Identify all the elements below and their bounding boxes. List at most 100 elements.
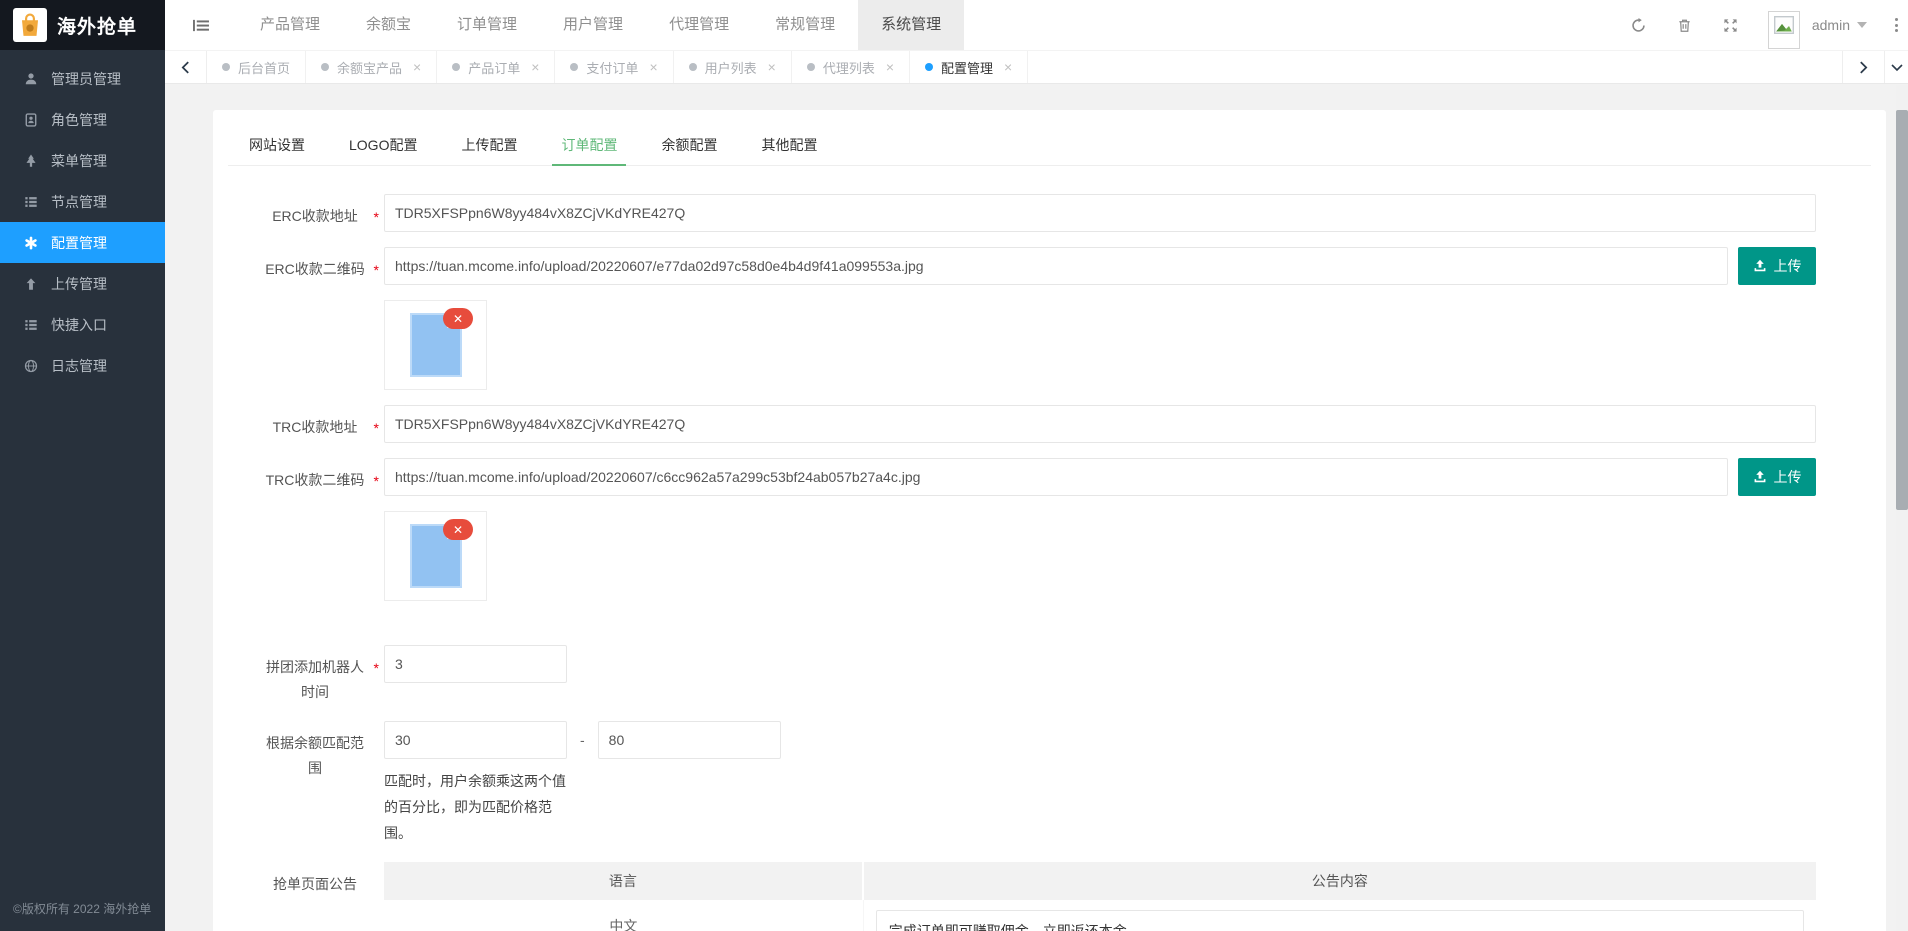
tab-user-list[interactable]: 用户列表 × xyxy=(674,51,792,83)
close-icon[interactable]: × xyxy=(1004,59,1012,75)
close-icon[interactable]: × xyxy=(531,59,539,75)
trc-qr-url-input[interactable] xyxy=(384,458,1728,496)
tab-label: 余额宝产品 xyxy=(337,58,402,77)
sidebar-item-label: 角色管理 xyxy=(51,110,107,130)
tab-dot-icon xyxy=(570,63,578,71)
sidebar-item-label: 节点管理 xyxy=(51,192,107,212)
user-menu[interactable]: admin xyxy=(1812,17,1867,33)
tab-other-config[interactable]: 其他配置 xyxy=(752,124,826,165)
tab-config-manage[interactable]: 配置管理 × xyxy=(910,51,1028,83)
sidebar-item-menu-manage[interactable]: 菜单管理 xyxy=(0,140,165,181)
sidebar-item-config-manage[interactable]: 配置管理 xyxy=(0,222,165,263)
globe-icon xyxy=(24,359,38,373)
trc-address-label: TRC收款地址 * xyxy=(260,405,370,443)
nav-item-general-manage[interactable]: 常规管理 xyxy=(752,0,858,50)
tab-site-settings[interactable]: 网站设置 xyxy=(240,124,314,165)
upload-icon xyxy=(1753,259,1767,273)
column-header-language: 语言 xyxy=(384,862,864,900)
required-asterisk: * xyxy=(374,416,379,441)
tab-label: 用户列表 xyxy=(705,58,757,77)
scrollbar-thumb[interactable] xyxy=(1896,110,1908,510)
trc-address-input[interactable] xyxy=(384,405,1816,443)
navbar-right-group: admin xyxy=(1616,1,1908,49)
avatar[interactable] xyxy=(1768,11,1800,49)
sidebar-item-label: 管理员管理 xyxy=(51,69,121,89)
tab-order-config[interactable]: 订单配置 xyxy=(552,124,626,165)
close-icon[interactable]: × xyxy=(886,59,894,75)
erc-qr-url-input[interactable] xyxy=(384,247,1728,285)
copyright-text: ©版权所有 2022 海外抢单 xyxy=(13,900,151,917)
more-options-icon[interactable] xyxy=(1895,18,1898,32)
trc-qr-thumbnail-row: ✕ xyxy=(384,511,1871,601)
nav-item-agent-manage[interactable]: 代理管理 xyxy=(646,0,752,50)
page-notice-row: 抢单页面公告 语言 公告内容 中文 完成订单即可赚取佣金，立即返还本金 xyxy=(228,862,1871,931)
tabs-scroll-left-icon[interactable] xyxy=(165,51,207,83)
trc-upload-button[interactable]: 上传 xyxy=(1738,458,1816,496)
sidebar-item-upload-manage[interactable]: 上传管理 xyxy=(0,263,165,304)
tab-agent-list[interactable]: 代理列表 × xyxy=(792,51,910,83)
user-icon xyxy=(24,72,38,86)
close-icon[interactable]: × xyxy=(768,59,776,75)
tab-logo-config[interactable]: LOGO配置 xyxy=(340,124,426,165)
tab-label: 产品订单 xyxy=(468,58,520,77)
balance-range-row: 根据余额匹配范围 - 匹配时，用户余额乘这两个值的百分比，即为匹配价格范围。 xyxy=(228,721,1871,846)
sidebar-item-label: 配置管理 xyxy=(51,233,107,253)
trc-qr-row: TRC收款二维码 * 上传 xyxy=(228,458,1871,496)
erc-qr-label: ERC收款二维码 * xyxy=(260,247,370,285)
content-area: 网站设置 LOGO配置 上传配置 订单配置 余额配置 其他配置 ERC收款地址 … xyxy=(165,84,1908,931)
refresh-icon[interactable] xyxy=(1616,18,1662,33)
nav-item-system-manage[interactable]: 系统管理 xyxy=(858,0,964,50)
sidebar-collapse-icon[interactable] xyxy=(165,18,237,33)
notice-table-header: 语言 公告内容 xyxy=(384,862,1816,900)
trc-qr-thumbnail: ✕ xyxy=(384,511,487,601)
erc-address-row: ERC收款地址 * xyxy=(228,194,1871,232)
nav-item-order-manage[interactable]: 订单管理 xyxy=(434,0,540,50)
main-area: 产品管理 余额宝 订单管理 用户管理 代理管理 常规管理 系统管理 xyxy=(165,0,1908,931)
sidebar-item-label: 日志管理 xyxy=(51,356,107,376)
erc-upload-button[interactable]: 上传 xyxy=(1738,247,1816,285)
upload-icon xyxy=(1753,470,1767,484)
close-icon[interactable]: × xyxy=(649,59,657,75)
remove-image-icon[interactable]: ✕ xyxy=(443,519,473,540)
nav-item-yuebao[interactable]: 余额宝 xyxy=(343,0,434,50)
notice-table: 语言 公告内容 中文 完成订单即可赚取佣金，立即返还本金 xyxy=(384,862,1816,931)
tab-home[interactable]: 后台首页 xyxy=(207,51,306,83)
broken-image-icon xyxy=(1774,16,1794,34)
sidebar-item-log-manage[interactable]: 日志管理 xyxy=(0,345,165,386)
tab-yuebao-products[interactable]: 余额宝产品 × xyxy=(306,51,437,83)
sidebar-item-admin-manage[interactable]: 管理员管理 xyxy=(0,58,165,99)
tab-upload-config[interactable]: 上传配置 xyxy=(452,124,526,165)
fullscreen-icon[interactable] xyxy=(1708,18,1754,33)
notice-content-textarea[interactable]: 完成订单即可赚取佣金，立即返还本金 xyxy=(876,910,1804,931)
tab-dot-icon xyxy=(452,63,460,71)
tree-icon xyxy=(24,154,38,168)
tab-payment-orders[interactable]: 支付订单 × xyxy=(555,51,673,83)
sidebar: 海外抢单 管理员管理 角色管理 菜单管理 节点管理 xyxy=(0,0,165,931)
vertical-scrollbar[interactable] xyxy=(1896,85,1908,931)
erc-qr-thumbnail-row: ✕ xyxy=(384,300,1871,390)
list-icon xyxy=(24,195,38,209)
nav-item-product-manage[interactable]: 产品管理 xyxy=(237,0,343,50)
balance-range-help-text: 匹配时，用户余额乘这两个值的百分比，即为匹配价格范围。 xyxy=(384,768,576,846)
sidebar-item-node-manage[interactable]: 节点管理 xyxy=(0,181,165,222)
tab-product-orders[interactable]: 产品订单 × xyxy=(437,51,555,83)
required-asterisk: * xyxy=(374,258,379,283)
column-header-content: 公告内容 xyxy=(864,862,1816,900)
tabs-scroll-right-icon[interactable] xyxy=(1842,51,1884,83)
robot-time-input[interactable] xyxy=(384,645,567,683)
robot-time-row: 拼团添加机器人时间 * xyxy=(228,645,1871,705)
notice-language-cell: 中文 xyxy=(384,900,864,931)
tabs-menu-chevron-down-icon[interactable] xyxy=(1884,51,1908,83)
balance-range-min-input[interactable] xyxy=(384,721,567,759)
sidebar-item-quick-entry[interactable]: 快捷入口 xyxy=(0,304,165,345)
close-icon[interactable]: × xyxy=(413,59,421,75)
remove-image-icon[interactable]: ✕ xyxy=(443,308,473,329)
erc-address-input[interactable] xyxy=(384,194,1816,232)
nav-item-user-manage[interactable]: 用户管理 xyxy=(540,0,646,50)
tab-balance-config[interactable]: 余额配置 xyxy=(652,124,726,165)
erc-qr-thumbnail: ✕ xyxy=(384,300,487,390)
order-config-form: ERC收款地址 * ERC收款二维码 * xyxy=(228,166,1871,931)
sidebar-item-role-manage[interactable]: 角色管理 xyxy=(0,99,165,140)
balance-range-max-input[interactable] xyxy=(598,721,781,759)
trash-icon[interactable] xyxy=(1662,18,1708,33)
